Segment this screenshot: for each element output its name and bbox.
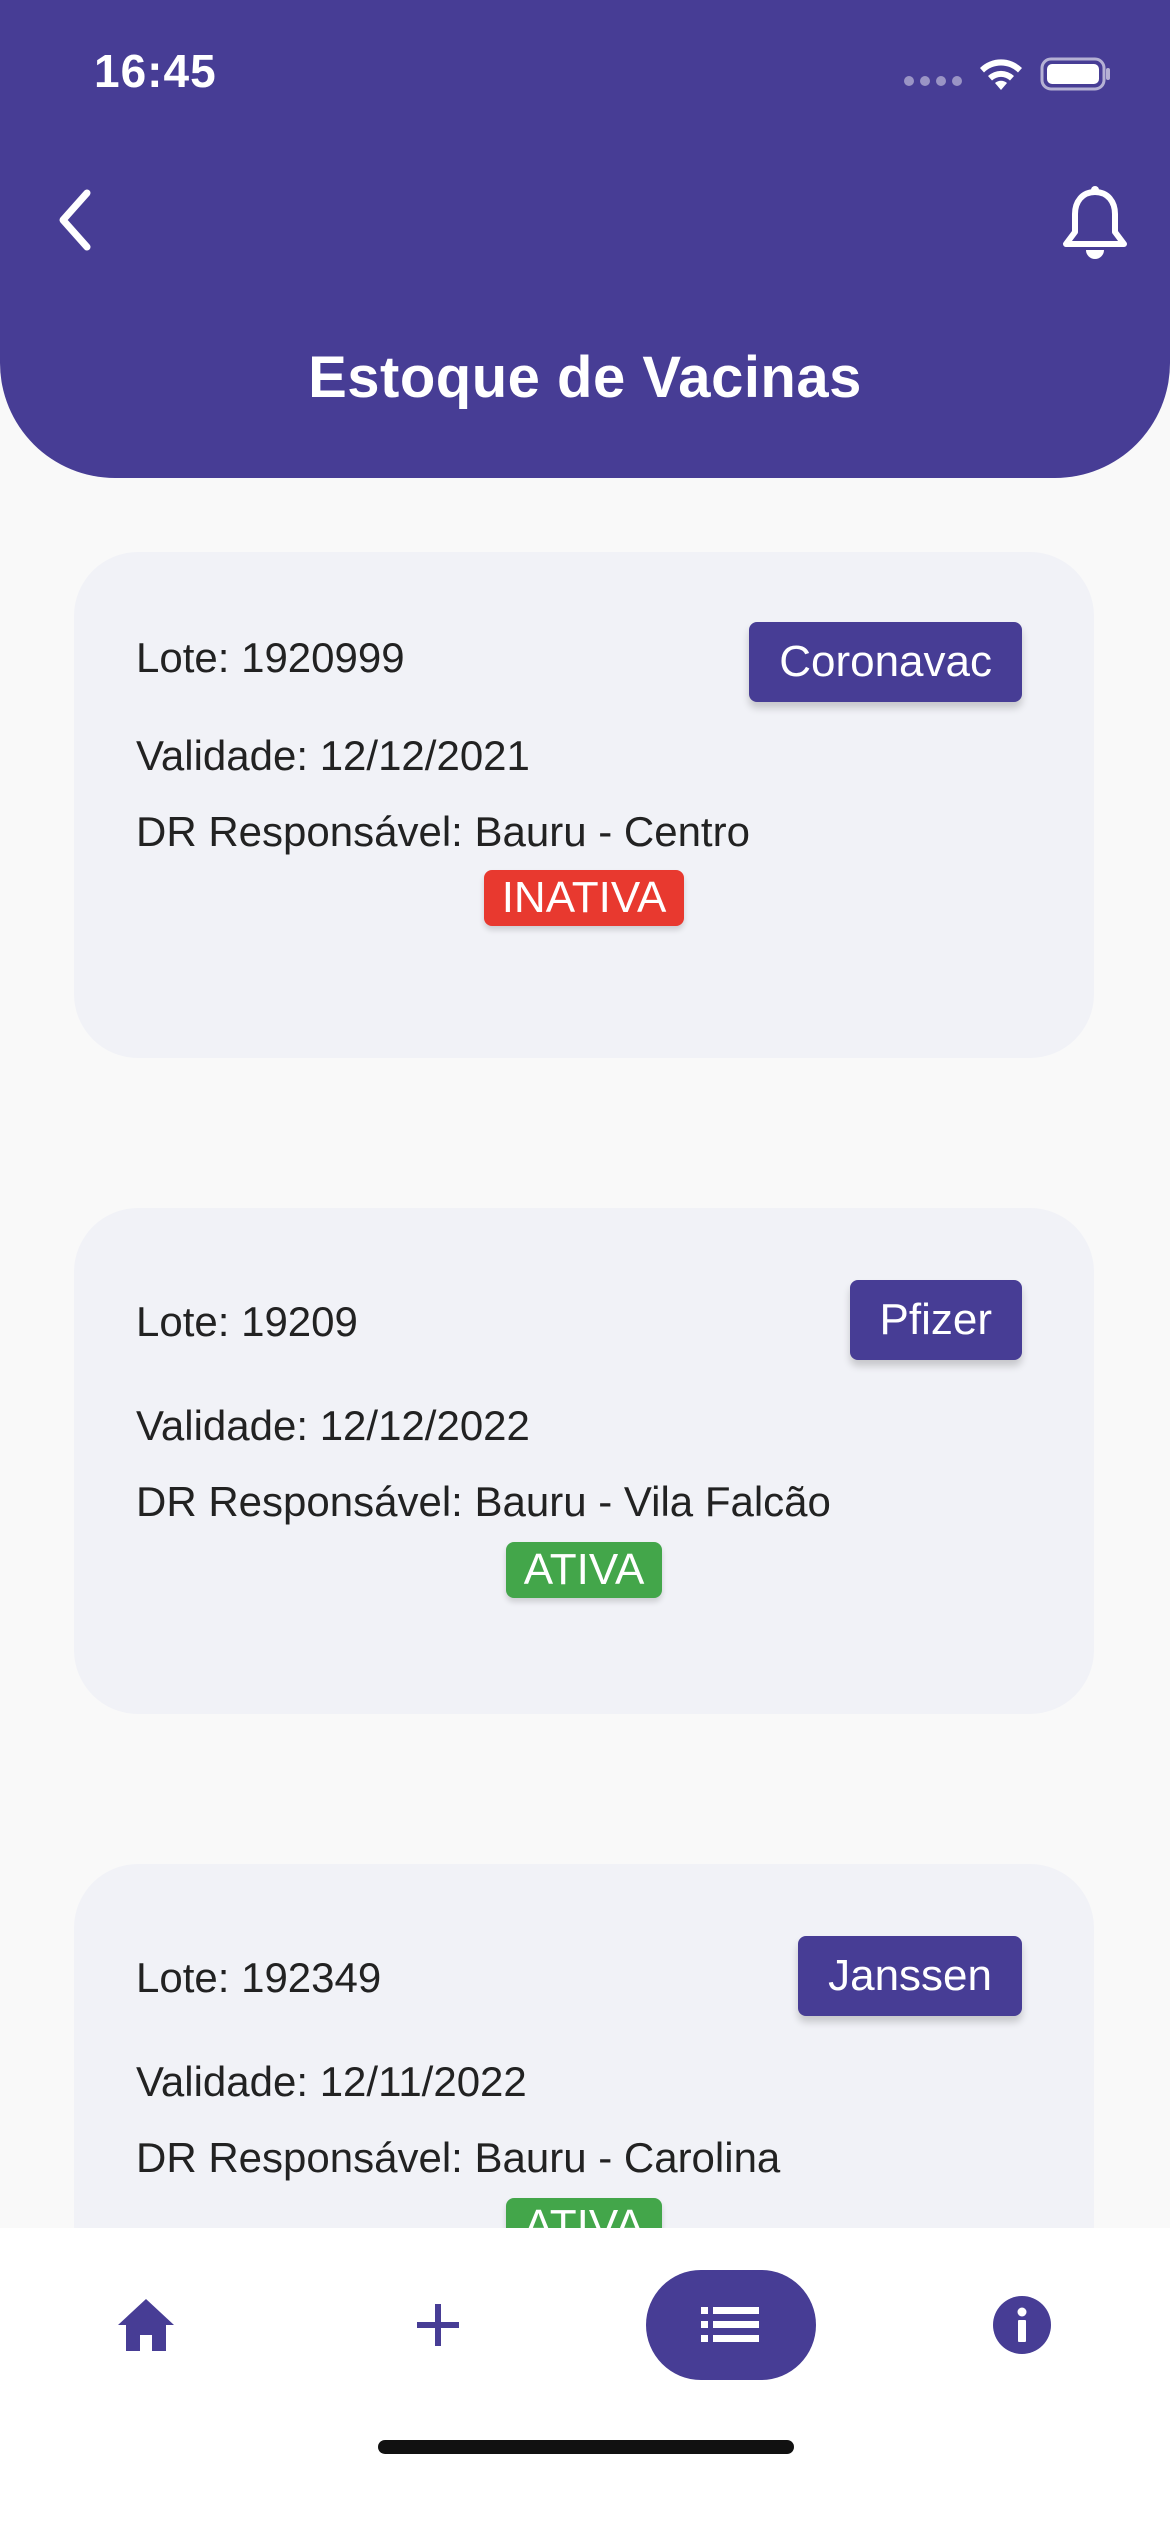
bottom-navigation — [0, 2228, 1170, 2532]
vaccine-card[interactable]: Lote: 19209 Pfizer Validade: 12/12/2022 … — [74, 1208, 1094, 1714]
vaccine-card[interactable]: Lote: 192349 Janssen Validade: 12/11/202… — [74, 1864, 1094, 2228]
lote-text: Lote: 192349 — [136, 1954, 382, 2001]
cellular-signal-icon — [904, 76, 964, 88]
dr-responsavel-text: DR Responsável: Bauru - Centro — [136, 808, 750, 855]
info-icon — [993, 2296, 1051, 2354]
notifications-button[interactable] — [1050, 180, 1140, 270]
nav-info-button[interactable] — [962, 2270, 1082, 2380]
validade-text: Validade: 12/12/2021 — [136, 732, 530, 779]
wifi-icon — [980, 59, 1022, 90]
nav-add-button[interactable] — [378, 2270, 498, 2380]
nav-home-button[interactable] — [86, 2270, 206, 2380]
plus-icon — [417, 2304, 459, 2346]
validade-text: Validade: 12/11/2022 — [136, 2058, 527, 2105]
status-badge: ATIVA — [505, 2198, 663, 2228]
home-indicator — [378, 2440, 794, 2454]
status-bar-time: 16:45 — [94, 45, 217, 97]
list-icon — [701, 2307, 759, 2342]
vaccine-name-badge[interactable]: Pfizer — [849, 1280, 1022, 1360]
dr-responsavel-text: DR Responsável: Bauru - Vila Falcão — [136, 1478, 831, 1525]
battery-icon — [1040, 57, 1110, 91]
lote-text: Lote: 1920999 — [136, 634, 405, 681]
bell-icon — [1063, 186, 1127, 259]
nav-list-button[interactable] — [646, 2270, 816, 2380]
status-bar-icons — [904, 52, 1114, 96]
dr-responsavel-text: DR Responsável: Bauru - Carolina — [136, 2134, 781, 2181]
home-icon — [118, 2299, 174, 2351]
back-button[interactable] — [36, 180, 116, 260]
vaccine-name-badge[interactable]: Coronavac — [749, 622, 1022, 702]
app-header: 16:45 Estoque de Vacinas — [0, 0, 1170, 478]
chevron-left-icon — [59, 189, 91, 251]
vaccine-name-badge[interactable]: Janssen — [798, 1936, 1022, 2016]
status-badge: ATIVA — [505, 1542, 663, 1598]
validade-text: Validade: 12/12/2022 — [136, 1402, 530, 1449]
vaccine-card[interactable]: Lote: 1920999 Coronavac Validade: 12/12/… — [74, 552, 1094, 1058]
lote-text: Lote: 19209 — [136, 1298, 358, 1345]
status-badge: INATIVA — [483, 870, 685, 926]
page-title: Estoque de Vacinas — [308, 345, 862, 410]
